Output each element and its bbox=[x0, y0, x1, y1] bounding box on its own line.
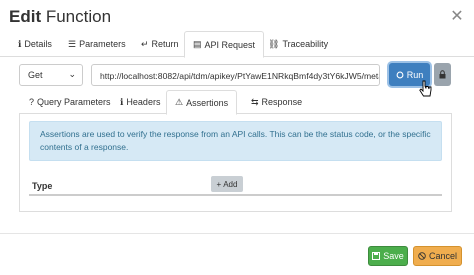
chevron-down-icon: ⌄ bbox=[68, 69, 76, 79]
tab-traceability[interactable]: ⛓ Traceability bbox=[260, 31, 336, 57]
cancel-button[interactable]: Cancel bbox=[413, 246, 462, 266]
lock-icon bbox=[439, 70, 446, 79]
tab-label: Return bbox=[151, 39, 179, 49]
tab-label: Traceability bbox=[282, 39, 329, 49]
subtab-label: Query Parameters bbox=[37, 97, 111, 107]
method-select[interactable]: Get ⌄ bbox=[19, 64, 83, 86]
dialog-title-rest: Function bbox=[45, 7, 112, 26]
question-icon: ? bbox=[29, 97, 35, 107]
subtab-assertions[interactable]: ⚠ Assertions bbox=[166, 90, 238, 115]
refresh-icon bbox=[396, 71, 404, 78]
save-icon bbox=[372, 252, 381, 260]
edit-function-dialog: Edit Function ✕ ℹ Details ☰ Parameters ↵… bbox=[0, 0, 474, 275]
save-button[interactable]: Save bbox=[368, 246, 408, 266]
subtab-query-parameters[interactable]: ? Query Parameters bbox=[21, 90, 119, 114]
column-type: Type bbox=[32, 181, 53, 191]
info-icon: ℹ bbox=[120, 96, 124, 107]
server-icon: ▤ bbox=[193, 39, 202, 49]
assertions-info-alert: Assertions are used to verify the respon… bbox=[29, 121, 442, 161]
main-tabs: ℹ Details ☰ Parameters ↵ Return ▤ API Re… bbox=[0, 31, 474, 58]
add-label: Add bbox=[223, 179, 238, 189]
tab-label: Parameters bbox=[79, 39, 126, 49]
tab-parameters[interactable]: ☰ Parameters bbox=[60, 31, 134, 57]
cancel-label: Cancel bbox=[428, 251, 457, 261]
method-value: Get bbox=[28, 70, 43, 80]
dialog-title: Edit Function bbox=[9, 7, 111, 27]
close-icon[interactable]: ✕ bbox=[448, 8, 466, 26]
plus-icon: + bbox=[216, 179, 222, 189]
tab-details[interactable]: ℹ Details bbox=[10, 31, 60, 57]
link-icon: ⛓ bbox=[268, 38, 280, 49]
tab-label: API Request bbox=[204, 39, 256, 50]
run-label: Run bbox=[406, 69, 424, 80]
subtab-label: Response bbox=[261, 97, 303, 107]
lock-button[interactable] bbox=[434, 63, 451, 86]
add-assertion-button[interactable]: + Add bbox=[211, 176, 243, 192]
return-icon: ↵ bbox=[141, 38, 149, 49]
url-input[interactable]: http://localhost:8082/api/tdm/apikey/PtY… bbox=[91, 64, 380, 86]
subtab-headers[interactable]: ℹ Headers bbox=[112, 90, 168, 114]
subtab-response[interactable]: ⇆ Response bbox=[243, 90, 310, 114]
dialog-title-strong: Edit bbox=[9, 7, 42, 26]
info-icon: ℹ bbox=[18, 38, 22, 49]
cancel-icon bbox=[418, 252, 426, 260]
request-subtabs: ? Query Parameters ℹ Headers ⚠ Assertion… bbox=[19, 90, 452, 115]
subtab-label: Headers bbox=[126, 97, 161, 107]
tab-return[interactable]: ↵ Return bbox=[133, 31, 187, 57]
tab-label: Details bbox=[24, 39, 52, 49]
warning-icon: ⚠ bbox=[175, 97, 184, 107]
arrow-icon: ⇆ bbox=[251, 96, 259, 107]
tab-api-request[interactable]: ▤ API Request bbox=[184, 31, 265, 58]
subtab-label: Assertions bbox=[186, 97, 229, 108]
sliders-icon: ☰ bbox=[68, 38, 77, 49]
save-label: Save bbox=[383, 251, 404, 261]
